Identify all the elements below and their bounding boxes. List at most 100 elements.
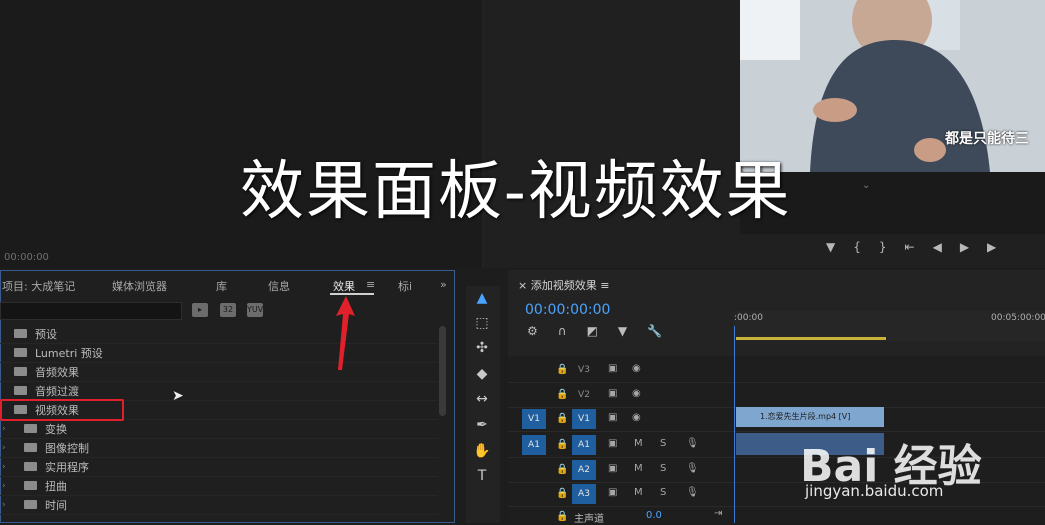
mark-in-icon[interactable]: { <box>853 240 861 254</box>
folder-icon <box>24 481 37 490</box>
track-target-a1[interactable]: A1 <box>572 435 596 455</box>
razor-tool-icon[interactable]: ◆ <box>472 366 492 384</box>
ripple-edit-tool-icon[interactable]: ✣ <box>472 340 492 358</box>
sync-lock-icon[interactable]: ▣ <box>608 463 617 474</box>
tree-item-lumetri-presets[interactable]: Lumetri 预设 <box>0 343 438 363</box>
track-target-v3[interactable]: V3 <box>572 360 596 380</box>
type-tool-icon[interactable]: T <box>472 468 492 486</box>
step-back-icon[interactable]: ◀ <box>933 240 942 254</box>
tab-markers[interactable]: 标i <box>398 278 412 294</box>
hand-tool-icon[interactable]: ✋ <box>472 443 492 461</box>
timeline-title: 添加视频效果 <box>530 279 597 292</box>
selection-tool-icon[interactable]: ▲ <box>472 290 492 308</box>
chevron-right-icon[interactable]: › <box>2 500 10 510</box>
chevron-right-icon[interactable]: › <box>2 481 10 491</box>
tree-item-distort[interactable]: › 扭曲 <box>0 476 438 496</box>
program-playhead-icon[interactable]: ⌄ <box>862 180 870 191</box>
nest-icon[interactable]: ⚙ <box>527 324 538 338</box>
tree-item-time[interactable]: › 时间 <box>0 495 438 515</box>
eye-icon[interactable]: ◉ <box>632 412 641 423</box>
lock-icon[interactable]: 🔒 <box>556 464 568 475</box>
tree-item-audio-transitions[interactable]: 音频过渡 <box>0 381 438 401</box>
mute-icon[interactable]: M <box>634 438 643 449</box>
yuv-effects-button[interactable]: YUV <box>247 303 263 317</box>
track-target-v2[interactable]: V2 <box>572 385 596 405</box>
chevron-right-icon[interactable]: › <box>2 462 10 472</box>
microphone-icon[interactable]: 🎙 <box>686 487 699 498</box>
32bit-effects-button[interactable]: 32 <box>220 303 236 317</box>
step-forward-icon[interactable]: ▶ <box>987 240 996 254</box>
tab-project[interactable]: 项目: 大成笔记 <box>2 278 75 294</box>
sync-lock-icon[interactable]: ▣ <box>608 438 617 449</box>
effects-search-input[interactable] <box>0 302 182 320</box>
play-icon[interactable]: ▶ <box>960 240 969 254</box>
solo-icon[interactable]: S <box>660 463 666 474</box>
source-v1[interactable]: V1 <box>522 409 546 429</box>
lock-icon[interactable]: 🔒 <box>556 488 568 499</box>
tree-item-presets[interactable]: 预设 <box>0 324 438 344</box>
chevron-right-icon[interactable]: › <box>2 424 10 434</box>
sync-lock-icon[interactable]: ▣ <box>608 412 617 423</box>
wrench-icon[interactable]: 🔧 <box>647 324 662 338</box>
panel-menu-icon[interactable]: ≡ <box>366 278 375 291</box>
solo-icon[interactable]: S <box>660 438 666 449</box>
go-to-in-icon[interactable]: ⇤ <box>905 240 915 254</box>
sync-lock-icon[interactable]: ▣ <box>608 363 617 374</box>
lock-icon[interactable]: 🔒 <box>556 364 568 375</box>
lock-icon[interactable]: 🔒 <box>556 511 568 522</box>
microphone-icon[interactable]: 🎙 <box>686 463 699 474</box>
lock-icon[interactable]: 🔒 <box>556 413 568 424</box>
folder-icon <box>24 424 37 433</box>
track-select-tool-icon[interactable]: ⬚ <box>472 315 492 333</box>
tab-effects[interactable]: 效果 <box>333 278 355 294</box>
solo-icon[interactable]: S <box>660 487 666 498</box>
timeline-toolbar: ⚙ ∩ ◩ ▼ 🔧 <box>527 324 662 338</box>
sync-lock-icon[interactable]: ▣ <box>608 388 617 399</box>
folder-icon <box>14 348 27 357</box>
lock-icon[interactable]: 🔒 <box>556 439 568 450</box>
tab-media-browser[interactable]: 媒体浏览器 <box>112 278 167 294</box>
master-volume-value[interactable]: 0.0 <box>646 510 662 521</box>
mouse-cursor-icon: ➤ <box>172 388 184 404</box>
microphone-icon[interactable]: 🎙 <box>686 438 699 449</box>
eye-icon[interactable]: ◉ <box>632 363 641 374</box>
watermark-url: jingyan.baidu.com <box>805 482 944 500</box>
mute-icon[interactable]: M <box>634 463 643 474</box>
timeline-timecode[interactable]: 00:00:00:00 <box>525 302 610 318</box>
lock-icon[interactable]: 🔒 <box>556 389 568 400</box>
panel-menu-icon[interactable]: ≡ <box>600 279 609 292</box>
video-clip[interactable]: 1.恋爱先生片段.mp4 [V] <box>736 407 884 427</box>
track-target-a3[interactable]: A3 <box>572 484 596 504</box>
track-target-v1[interactable]: V1 <box>572 409 596 429</box>
tree-item-audio-effects[interactable]: 音频效果 <box>0 362 438 382</box>
tab-libraries[interactable]: 库 <box>216 278 227 294</box>
mark-out-icon[interactable]: } <box>879 240 887 254</box>
linked-selection-icon[interactable]: ◩ <box>587 324 598 338</box>
pen-tool-icon[interactable]: ✒ <box>472 417 492 435</box>
add-marker-icon[interactable]: ▼ <box>618 324 627 338</box>
chevron-right-icon[interactable]: › <box>2 443 10 453</box>
go-to-end-icon[interactable]: ⇥ <box>714 508 722 519</box>
work-area-bar[interactable] <box>736 337 886 340</box>
track-target-a2[interactable]: A2 <box>572 460 596 480</box>
tree-item-image-control[interactable]: › 图像控制 <box>0 438 438 458</box>
slip-tool-icon[interactable]: ↔ <box>472 391 492 409</box>
source-timecode: 00:00:00 <box>4 252 49 263</box>
effects-scrollbar[interactable] <box>439 326 446 416</box>
source-a1[interactable]: A1 <box>522 435 546 455</box>
tab-info[interactable]: 信息 <box>268 278 290 294</box>
timeline-playhead[interactable] <box>734 326 735 523</box>
accelerated-effects-icon[interactable]: ▸ <box>192 303 208 317</box>
close-icon[interactable]: × <box>518 279 531 292</box>
more-tabs-icon[interactable]: » <box>440 278 447 291</box>
timeline-tab[interactable]: × 添加视频效果 ≡ <box>518 277 609 293</box>
mute-icon[interactable]: M <box>634 487 643 498</box>
add-marker-icon[interactable]: ▼ <box>826 240 835 254</box>
snap-magnet-icon[interactable]: ∩ <box>558 324 567 338</box>
eye-icon[interactable]: ◉ <box>632 388 641 399</box>
highlight-annotation-box <box>0 399 124 421</box>
tree-item-utility[interactable]: › 实用程序 <box>0 457 438 477</box>
sync-lock-icon[interactable]: ▣ <box>608 487 617 498</box>
folder-icon <box>24 462 37 471</box>
tree-item-transform[interactable]: › 变换 <box>0 419 438 439</box>
